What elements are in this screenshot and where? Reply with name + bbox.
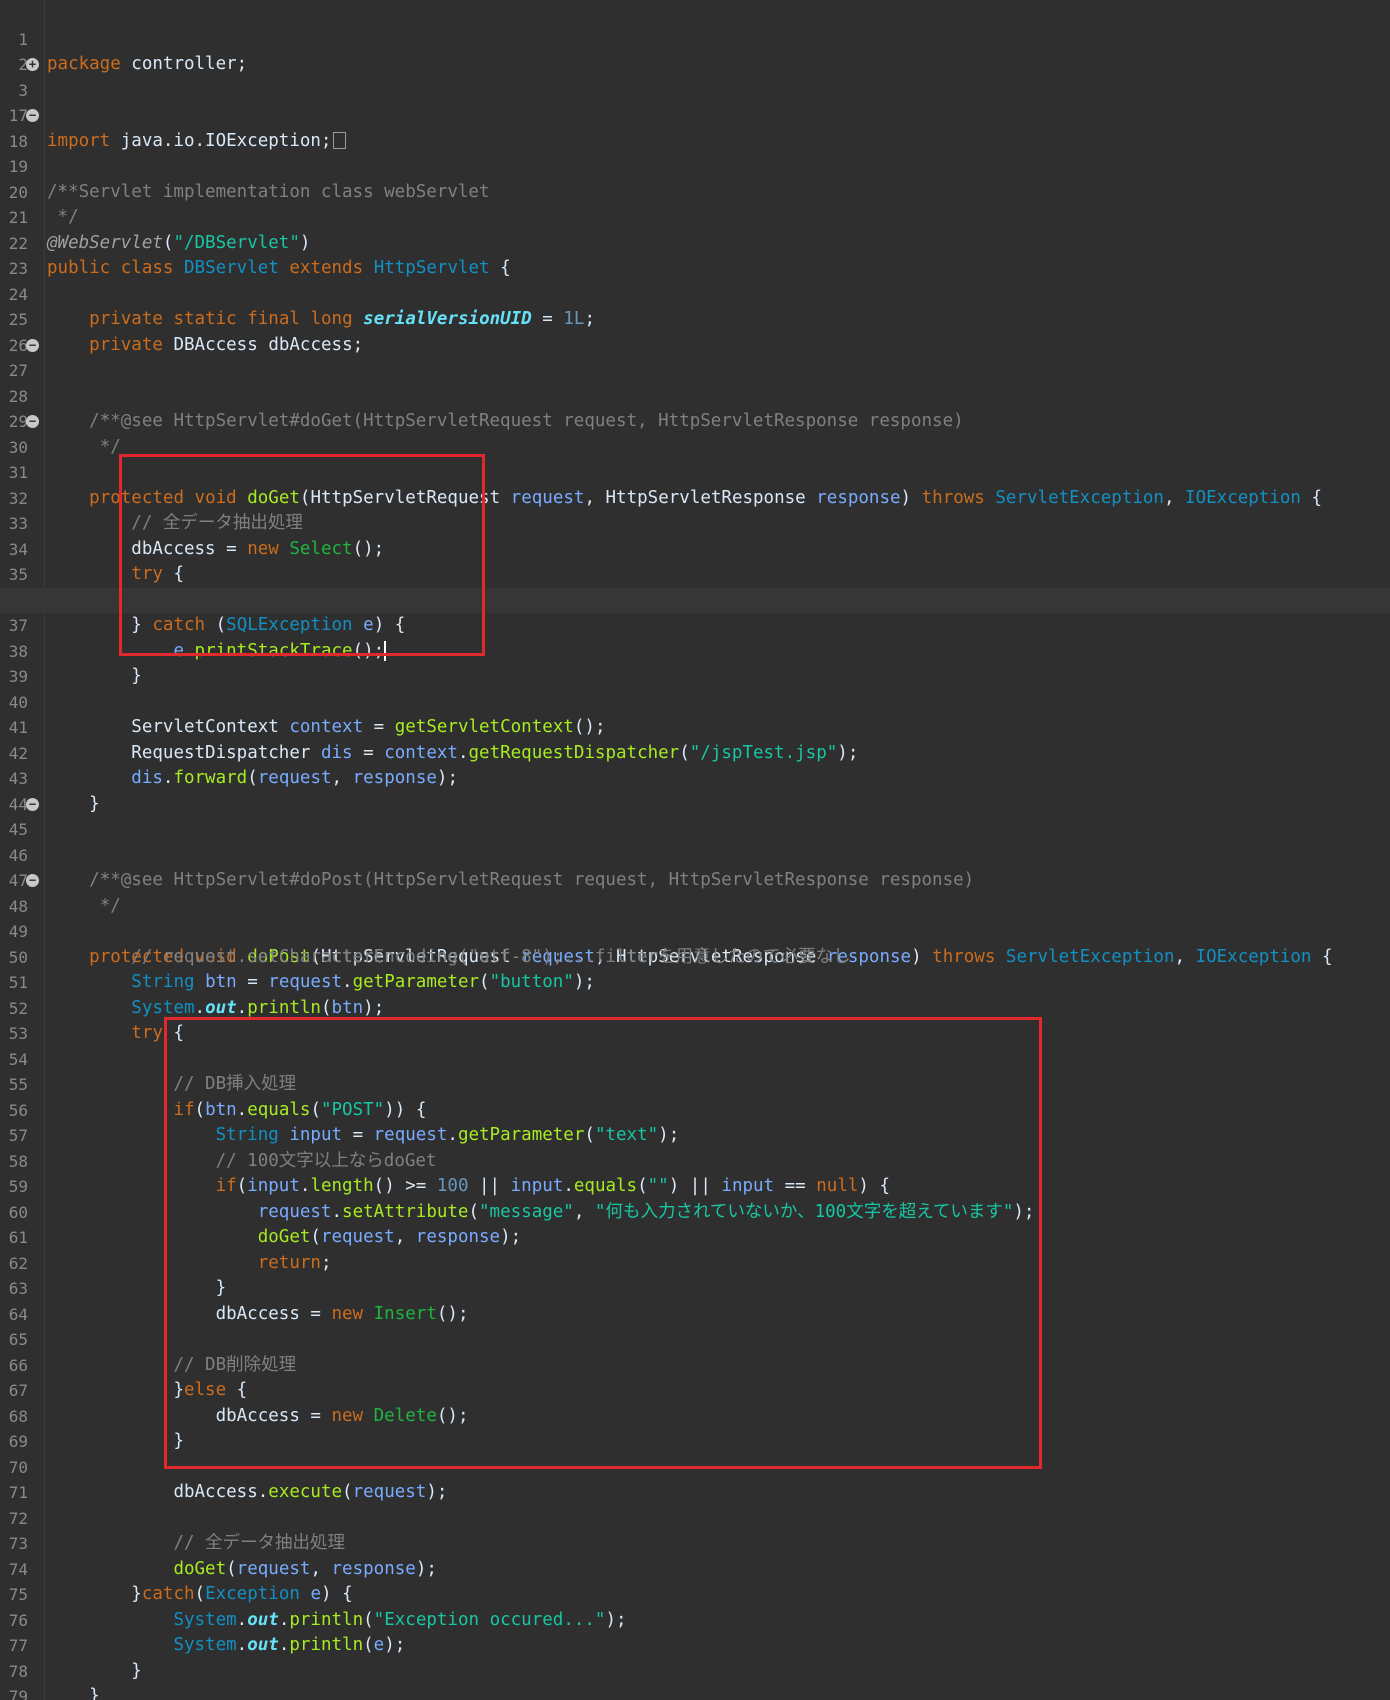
code-line[interactable]: 74 }catch(Exception e) { <box>0 1531 1390 1605</box>
code-line[interactable]: 44 <box>0 766 1390 814</box>
code-line[interactable]: 3 + import java.io.IOException; <box>0 52 1390 151</box>
minus-icon[interactable]: − <box>26 338 39 352</box>
code-line[interactable]: 42 dis.forward(request, response); <box>0 715 1390 789</box>
minus-icon[interactable]: − <box>26 797 39 811</box>
code-line[interactable]: 19 * Servlet implementation class webSer… <box>0 129 1390 202</box>
code-line[interactable]: 48 − protected void doPost(HttpServletRe… <box>0 868 1390 967</box>
code-line[interactable]: 40 ServletContext context = getServletCo… <box>0 664 1390 738</box>
code-line[interactable]: 43 } <box>0 741 1390 814</box>
minus-icon[interactable]: − <box>26 415 39 428</box>
plus-icon[interactable]: + <box>26 58 39 71</box>
code-line[interactable]: 51 System.out.println(btn); <box>0 945 1390 1018</box>
code-line[interactable]: 21 @WebServlet("/DBServlet") <box>0 180 1390 253</box>
code-line[interactable]: 30 − protected void doGet(HttpServletReq… <box>0 409 1390 508</box>
code-line[interactable]: 52 try { <box>0 970 1390 1044</box>
code-line[interactable]: 24 private static final long serialVersi… <box>0 256 1390 330</box>
code-line[interactable]: 77 } <box>0 1608 1390 1681</box>
code-line[interactable]: 28 * @see HttpServlet#doGet(HttpServletR… <box>0 358 1390 432</box>
code-line[interactable]: 49 // request.setCharacterEncoding("utf-… <box>0 894 1390 967</box>
code-line[interactable]: 22 public class DBServlet extends HttpSe… <box>0 205 1390 279</box>
code-line[interactable]: 79 } <box>0 1659 1390 1700</box>
code-line[interactable]: 46 * @see HttpServlet#doPost(HttpServlet… <box>0 817 1390 891</box>
code-line[interactable]: 20 */ <box>0 154 1390 228</box>
code-editor[interactable]: 1 package controller; 2 3 + import java.… <box>0 0 1390 1700</box>
code-line[interactable]: 73 doGet(request, response); <box>0 1506 1390 1579</box>
code-line[interactable]: 78 } <box>0 1633 1390 1700</box>
highlight-box-select <box>119 454 485 656</box>
code-line[interactable]: 72 // 全データ抽出処理 <box>0 1480 1390 1554</box>
code-line[interactable]: 26 <box>0 307 1390 355</box>
highlight-box-insert-delete <box>164 1017 1042 1469</box>
minus-icon[interactable]: − <box>26 874 39 887</box>
code-line[interactable]: 17 <box>0 78 1390 125</box>
code-line[interactable]: 27 − /** <box>0 333 1390 431</box>
code-line[interactable]: 76 System.out.println(e); <box>0 1582 1390 1656</box>
minus-icon[interactable]: − <box>26 109 39 122</box>
code-line[interactable]: 23 <box>0 231 1390 278</box>
code-line[interactable]: 75 System.out.println("Exception occured… <box>0 1557 1390 1630</box>
code-line[interactable]: 47 */ <box>0 843 1390 916</box>
code-line[interactable]: 2 <box>0 27 1390 74</box>
code-line[interactable]: 25 private DBAccess dbAccess; <box>0 282 1390 355</box>
code-line[interactable]: 45 − /** <box>0 792 1390 890</box>
code-line[interactable]: 18 − /** <box>0 103 1390 202</box>
line-number: 79 <box>8 1687 28 1700</box>
code-line[interactable]: 1 package controller; <box>0 1 1390 75</box>
code-line[interactable]: 50 String btn = request.getParameter("bu… <box>0 919 1390 993</box>
code-line[interactable]: 29 */ <box>0 384 1390 457</box>
code-line[interactable]: 41 RequestDispatcher dis = context.getRe… <box>0 690 1390 763</box>
